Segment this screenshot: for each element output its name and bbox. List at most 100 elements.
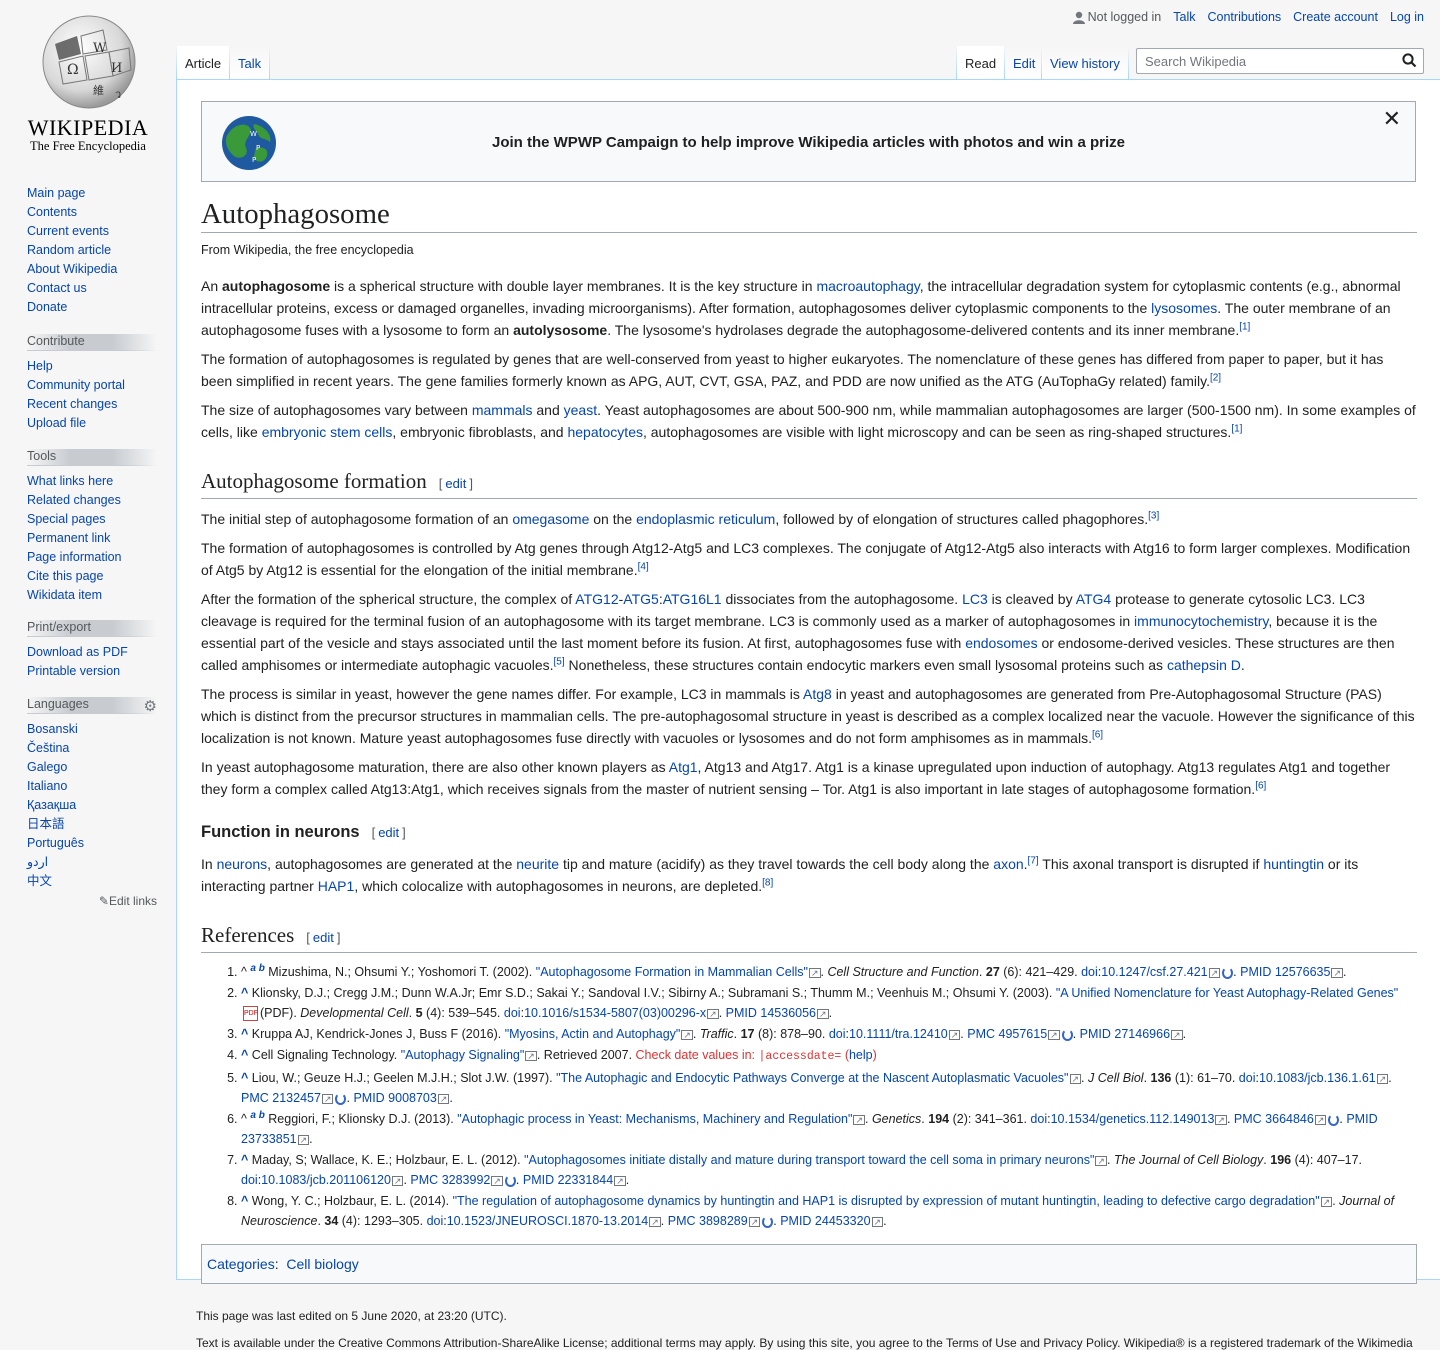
backlink[interactable]: a (250, 1110, 256, 1121)
tab-talk[interactable]: Talk (230, 46, 270, 80)
doi-link[interactable]: doi (1081, 965, 1098, 979)
nav-donate[interactable]: Donate (27, 300, 67, 314)
tab-article[interactable]: Article (177, 46, 230, 80)
nav-upload-file[interactable]: Upload file (27, 416, 86, 430)
pmc-value-link[interactable]: 3664846 (1265, 1112, 1326, 1126)
user-talk-link[interactable]: Talk (1173, 10, 1195, 24)
gear-icon[interactable]: ⚙ (144, 697, 157, 715)
help-link[interactable]: help (849, 1048, 873, 1062)
backlink[interactable]: a (250, 963, 256, 974)
citation-link[interactable]: [2] (1210, 372, 1221, 383)
edit-links[interactable]: ✎Edit links (27, 894, 157, 908)
edit-section-link[interactable]: edit (313, 930, 334, 945)
backlink[interactable]: ^ (241, 986, 248, 1000)
nav-about[interactable]: About Wikipedia (27, 262, 117, 276)
link-atg4[interactable]: ATG4 (1076, 591, 1112, 607)
tab-edit[interactable]: Edit (1005, 46, 1044, 80)
tool-related-changes[interactable]: Related changes (27, 493, 121, 507)
lang-cestina[interactable]: Čeština (27, 741, 69, 755)
pmid-link[interactable]: PMID (726, 1006, 757, 1020)
link-atg8[interactable]: Atg8 (803, 686, 832, 702)
link-cathepsin-d[interactable]: cathepsin D (1167, 657, 1241, 673)
link-endoplasmic-reticulum[interactable]: endoplasmic reticulum (636, 511, 775, 527)
backlink[interactable]: ^ (241, 1048, 248, 1062)
pmid-value-link[interactable]: 24453320 (815, 1214, 883, 1228)
pmc-link[interactable]: PMC (668, 1214, 696, 1228)
pmc-value-link[interactable]: 2132457 (272, 1091, 333, 1105)
link-lysosomes[interactable]: lysosomes (1151, 300, 1217, 316)
lang-japanese[interactable]: 日本語 (27, 817, 65, 831)
link-atg12[interactable]: ATG12 (575, 591, 618, 607)
citation-link[interactable]: [4] (638, 561, 649, 572)
close-icon[interactable]: ✕ (1383, 106, 1401, 132)
download-pdf-link[interactable]: Download as PDF (27, 645, 128, 659)
doi-link[interactable]: doi (829, 1027, 846, 1041)
edit-section-link[interactable]: edit (378, 825, 399, 840)
pmid-value-link[interactable]: 12576635 (1275, 965, 1343, 979)
doi-link[interactable]: doi (1239, 1071, 1256, 1085)
pmid-link[interactable]: PMID (1240, 965, 1271, 979)
link-neurons[interactable]: neurons (217, 856, 268, 872)
pmid-value-link[interactable]: 9008703 (388, 1091, 449, 1105)
doi-value-link[interactable]: 10.1523/JNEUROSCI.1870-13.2014 (447, 1214, 661, 1228)
pmc-link[interactable]: PMC (967, 1027, 995, 1041)
link-atg1[interactable]: Atg1 (669, 759, 698, 775)
doi-link[interactable]: doi (1030, 1112, 1047, 1126)
citation-link[interactable]: [6] (1092, 729, 1103, 740)
link-atg5[interactable]: ATG5 (623, 591, 659, 607)
pmid-link[interactable]: PMID (780, 1214, 811, 1228)
tab-history[interactable]: View history (1042, 46, 1128, 80)
pmid-value-link[interactable]: 22331844 (558, 1173, 626, 1187)
link-immunocytochemistry[interactable]: immunocytochemistry (1134, 613, 1268, 629)
link-endosomes[interactable]: endosomes (965, 635, 1037, 651)
reference-title-link[interactable]: "A Unified Nomenclature for Yeast Autoph… (1056, 986, 1398, 1000)
link-mammals[interactable]: mammals (472, 402, 533, 418)
wikipedia-logo[interactable]: Ω W И 維 ว WIKIPEDIA The Free Encyclopedi… (0, 0, 176, 160)
link-yeast[interactable]: yeast (564, 402, 597, 418)
reference-title-link[interactable]: "Autophagy Signaling" (401, 1048, 537, 1062)
doi-value-link[interactable]: 10.1083/jcb.136.1.61 (1259, 1071, 1388, 1085)
doi-value-link[interactable]: 10.1111/tra.12410 (849, 1027, 960, 1041)
banner-text[interactable]: Join the WPWP Campaign to help improve W… (202, 134, 1415, 151)
lang-portugues[interactable]: Português (27, 836, 84, 850)
link-macroautophagy[interactable]: macroautophagy (816, 278, 919, 294)
search-icon[interactable] (1402, 53, 1417, 68)
backlink[interactable]: ^ (241, 1194, 248, 1208)
reference-title-link[interactable]: "The regulation of autophagosome dynamic… (453, 1194, 1333, 1208)
link-hap1[interactable]: HAP1 (318, 878, 355, 894)
reference-title-link[interactable]: "Autophagosome Formation in Mammalian Ce… (536, 965, 821, 979)
tool-wikidata-item[interactable]: Wikidata item (27, 588, 102, 602)
categories-link[interactable]: Categories (207, 1256, 275, 1272)
pmc-value-link[interactable]: 4957615 (999, 1027, 1060, 1041)
lang-italiano[interactable]: Italiano (27, 779, 67, 793)
printable-version-link[interactable]: Printable version (27, 664, 120, 678)
pmid-link[interactable]: PMID (353, 1091, 384, 1105)
lang-chinese[interactable]: 中文 (27, 874, 52, 888)
backlink[interactable]: ^ (241, 1153, 248, 1167)
lang-urdu[interactable]: اردو (27, 855, 48, 869)
citation-link[interactable]: [1] (1231, 423, 1242, 434)
pmc-value-link[interactable]: 3283992 (442, 1173, 503, 1187)
link-embryonic-stem-cells[interactable]: embryonic stem cells (262, 424, 393, 440)
reference-title-link[interactable]: "The Autophagic and Endocytic Pathways C… (556, 1071, 1081, 1085)
doi-value-link[interactable]: 10.1083/jcb.201106120 (261, 1173, 403, 1187)
link-atg16l1[interactable]: ATG16L1 (663, 591, 722, 607)
nav-random-article[interactable]: Random article (27, 243, 111, 257)
tool-special-pages[interactable]: Special pages (27, 512, 106, 526)
reference-title-link[interactable]: "Autophagic process in Yeast: Mechanisms… (457, 1112, 865, 1126)
lang-galego[interactable]: Galego (27, 760, 67, 774)
backlink[interactable]: ^ (241, 1027, 248, 1041)
citation-link[interactable]: [1] (1239, 321, 1250, 332)
nav-current-events[interactable]: Current events (27, 224, 109, 238)
pmc-link[interactable]: PMC (1234, 1112, 1262, 1126)
pmid-value-link[interactable]: 14536056 (760, 1006, 828, 1020)
link-axon[interactable]: axon (993, 856, 1023, 872)
link-lc3[interactable]: LC3 (962, 591, 988, 607)
lang-kazakh[interactable]: Қазақша (27, 798, 76, 812)
reference-title-link[interactable]: "Autophagosomes initiate distally and ma… (524, 1153, 1107, 1167)
citation-link[interactable]: [8] (762, 877, 773, 888)
pmid-link[interactable]: PMID (1080, 1027, 1111, 1041)
doi-value-link[interactable]: 10.1247/csf.27.421 (1101, 965, 1220, 979)
doi-link[interactable]: doi (427, 1214, 444, 1228)
doi-value-link[interactable]: 10.1016/s1534-5807(03)00296-x (524, 1006, 719, 1020)
